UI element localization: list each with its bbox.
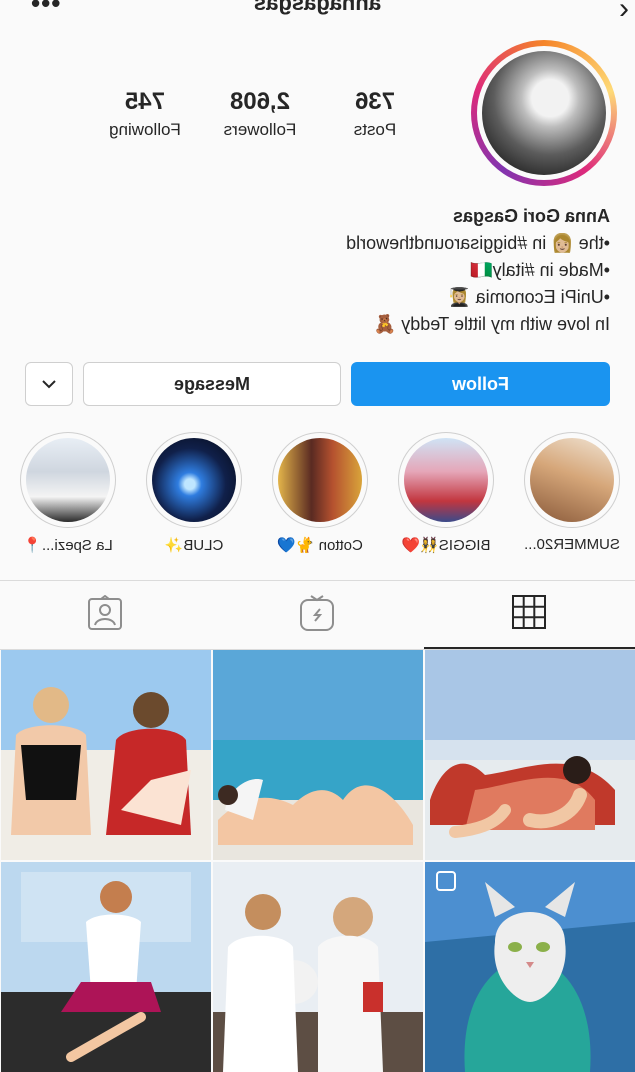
igtv-icon [300, 594, 335, 636]
followers-label: Followers [223, 120, 297, 139]
highlight-cover [152, 438, 236, 522]
followers-count: 2,608 [229, 88, 291, 115]
highlight-item[interactable]: CLUB✨ [144, 432, 244, 554]
tab-tagged[interactable] [0, 581, 211, 649]
highlight-label: BIGGIS👯‍♀️❤️ [401, 537, 491, 554]
bio-line: In love with my little Teddy 🧸 [373, 314, 610, 334]
highlight-cover [26, 438, 110, 522]
highlight-label: CLUB✨ [164, 537, 224, 554]
profile-tabs [0, 580, 635, 650]
profile-avatar[interactable] [471, 40, 617, 186]
tab-igtv[interactable] [212, 581, 423, 649]
profile-stats: 736 Posts 2,608 Followers 745 Following [95, 88, 425, 148]
post-thumbnail[interactable] [425, 862, 635, 1072]
post-thumbnail[interactable] [425, 650, 635, 860]
following-label: Following [109, 120, 181, 139]
posts-count: 736 [354, 88, 396, 115]
tab-grid[interactable] [424, 581, 635, 649]
highlight-label: La Spezi...📍 [23, 537, 113, 554]
highlight-cover [278, 438, 362, 522]
following-count: 745 [124, 88, 166, 115]
highlight-item[interactable]: SUMMER20... [522, 432, 622, 553]
post-thumbnail[interactable] [1, 650, 211, 860]
tagged-user-icon [88, 594, 124, 636]
story-highlights: SUMMER20... BIGGIS👯‍♀️❤️ Cotton 🐈💙 CLUB✨… [0, 432, 635, 562]
highlight-cover [530, 438, 614, 522]
profile-username: annagasgas [253, 0, 382, 15]
highlight-label: SUMMER20... [524, 536, 620, 553]
bio-line: •UniPi Economia 👩🏼‍🎓 [448, 287, 610, 307]
stat-followers[interactable]: 2,608 Followers [210, 88, 310, 140]
suggested-dropdown-button[interactable] [25, 362, 73, 406]
stat-posts[interactable]: 736 Posts [325, 88, 425, 140]
profile-page: ‹ annagasgas ••• 736 Posts 2,608 Followe… [0, 0, 635, 1072]
bio-line: •the 👩🏼 in #biggisaroundtheworld [346, 233, 610, 253]
chevron-down-icon [42, 376, 56, 392]
message-button[interactable]: Message [83, 362, 341, 406]
bio-line: •Made in #italy🇮🇹 [470, 260, 610, 280]
post-thumbnail[interactable] [213, 862, 423, 1072]
highlight-label: Cotton 🐈💙 [277, 537, 363, 554]
top-bar: ‹ annagasgas ••• [0, 0, 635, 28]
highlight-item[interactable]: Cotton 🐈💙 [270, 432, 370, 554]
highlight-item[interactable]: BIGGIS👯‍♀️❤️ [396, 432, 496, 554]
posts-label: Posts [353, 120, 397, 139]
profile-bio: Anna Gori Gasgas •the 👩🏼 in #biggisaroun… [50, 203, 610, 338]
stat-following[interactable]: 745 Following [95, 88, 195, 140]
avatar-photo [482, 51, 606, 175]
highlight-cover [404, 438, 488, 522]
post-thumbnail[interactable] [213, 650, 423, 860]
more-dots-icon: ••• [30, 0, 61, 18]
full-name: Anna Gori Gasgas [452, 206, 610, 226]
grid-icon [512, 594, 547, 634]
post-thumbnail[interactable] [1, 862, 211, 1072]
highlight-item[interactable]: La Spezi...📍 [18, 432, 118, 554]
follow-button[interactable]: Follow [351, 362, 610, 406]
more-options-button[interactable]: ••• [30, 0, 60, 19]
